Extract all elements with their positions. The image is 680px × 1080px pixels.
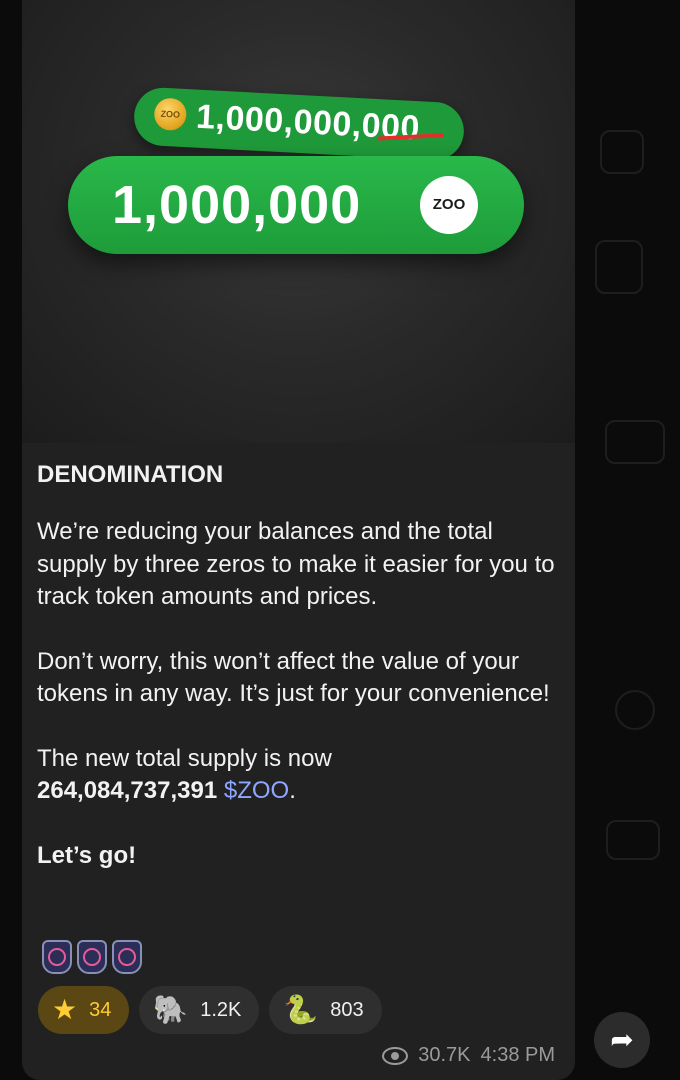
reactions-bar: ★ 34 🐘 1.2K 🐍 803 — [38, 986, 382, 1034]
star-icon: ★ — [52, 994, 78, 1025]
old-balance-pill: ZOO 1,000,000,000 — [132, 86, 466, 162]
post-paragraph-2: Don’t worry, this won’t affect the value… — [37, 647, 550, 708]
supply-prefix-text: The new total supply is now — [37, 744, 332, 772]
wallpaper-doodle — [615, 690, 655, 730]
shield-emoji-icon — [112, 940, 142, 974]
shield-emoji-icon — [77, 940, 107, 974]
zoo-coin-icon: ZOO — [153, 97, 188, 132]
new-balance-amount: 1,000,000 — [112, 175, 362, 235]
reaction-count: 1.2K — [200, 998, 242, 1021]
snake-icon: 🐍 — [283, 994, 319, 1025]
share-forward-button[interactable]: ➦ — [594, 1012, 650, 1068]
reaction-star-paid[interactable]: ★ 34 — [38, 986, 130, 1034]
post-text: DENOMINATION We’re reducing your balance… — [37, 458, 562, 904]
reaction-snake[interactable]: 🐍 803 — [269, 986, 382, 1034]
forward-arrow-icon: ➦ — [610, 1024, 634, 1055]
channel-post-bubble: ZOO 1,000,000,000 1,000,000 ZOO DENOMINA… — [22, 0, 575, 1080]
post-heading: DENOMINATION — [37, 461, 224, 488]
view-count: 30.7K — [418, 1044, 471, 1066]
total-supply-value: 264,084,737,391 — [37, 777, 218, 804]
post-paragraph-3: The new total supply is now 264,084,737,3… — [37, 743, 562, 808]
post-paragraph-1: We’re reducing your balances and the tot… — [37, 518, 555, 610]
reaction-elephant[interactable]: 🐘 1.2K — [139, 986, 260, 1034]
old-balance-amount: 1,000,000,000 — [195, 97, 421, 148]
wallpaper-doodle — [600, 130, 644, 174]
reaction-count: 803 — [330, 998, 364, 1021]
wallpaper-doodle — [606, 820, 660, 860]
post-media-image[interactable]: ZOO 1,000,000,000 1,000,000 ZOO — [22, 0, 575, 443]
elephant-icon: 🐘 — [153, 994, 189, 1025]
custom-emoji-row — [42, 940, 142, 974]
post-closing-line: Let’s go! — [37, 841, 137, 869]
zoo-logo-badge: ZOO — [420, 176, 478, 234]
ticker-cashtag-link[interactable]: $ZOO — [224, 777, 289, 804]
reaction-count: 34 — [89, 998, 112, 1021]
supply-suffix: . — [289, 777, 296, 804]
shield-emoji-icon — [42, 940, 72, 974]
post-time: 4:38 PM — [480, 1044, 555, 1066]
eye-icon — [382, 1046, 409, 1065]
wallpaper-doodle — [595, 240, 643, 294]
post-meta: 30.7K 4:38 PM — [382, 1044, 555, 1067]
wallpaper-doodle — [605, 420, 665, 464]
new-balance-pill: 1,000,000 ZOO — [68, 156, 524, 254]
